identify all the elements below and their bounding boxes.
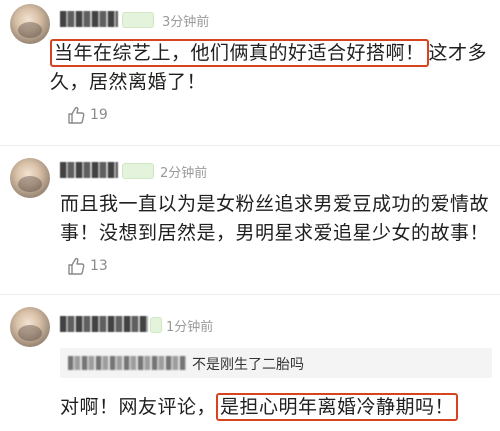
like-count: 19 — [90, 107, 108, 123]
quoted-reply[interactable]: 不是刚生了二胎吗 — [60, 348, 492, 378]
like-button[interactable]: 13 — [66, 256, 108, 276]
username-blurred[interactable] — [60, 316, 148, 332]
username-blurred[interactable] — [60, 11, 118, 27]
comment-timestamp: 3分钟前 — [162, 15, 210, 30]
thumbs-up-icon — [68, 257, 85, 275]
comment-text: 当年在综艺上，他们俩真的好适合好搭啊！ 这才多久，居然离婚了！ — [50, 39, 490, 97]
highlighted-text: 当年在综艺上，他们俩真的好适合好搭啊！ — [50, 39, 429, 67]
comment-item: 3分钟前 当年在综艺上，他们俩真的好适合好搭啊！ 这才多久，居然离婚了！ 19 — [0, 0, 500, 145]
avatar[interactable] — [10, 307, 50, 347]
quoted-text: 不是刚生了二胎吗 — [192, 357, 304, 373]
username-blurred[interactable] — [60, 162, 118, 178]
comment-text: 对啊！网友评论， 是担心明年离婚冷静期吗！ — [60, 393, 492, 422]
comment-item: 2分钟前 而且我一直以为是女粉丝追求男爱豆成功的爱情故事！没想到居然是，男明星求… — [0, 146, 500, 294]
thumbs-up-icon — [68, 106, 85, 124]
avatar[interactable] — [10, 4, 50, 44]
highlighted-text: 是担心明年离婚冷静期吗！ — [216, 393, 459, 421]
comment-feed: 3分钟前 当年在综艺上，他们俩真的好适合好搭啊！ 这才多久，居然离婚了！ 19 2… — [0, 0, 500, 431]
like-button[interactable]: 19 — [66, 105, 108, 125]
comment-text-start: 对啊！网友评论， — [60, 396, 217, 418]
user-level-badge — [150, 317, 162, 333]
user-level-badge — [122, 163, 154, 179]
user-level-badge — [122, 12, 154, 28]
comment-timestamp: 2分钟前 — [160, 166, 208, 181]
comment-text: 而且我一直以为是女粉丝追求男爱豆成功的爱情故事！没想到居然是，男明星求爱追星少女… — [60, 193, 490, 244]
avatar[interactable] — [10, 158, 50, 198]
like-count: 13 — [90, 258, 108, 274]
comment-timestamp: 1分钟前 — [166, 320, 214, 335]
comment-item: 1分钟前 不是刚生了二胎吗 对啊！网友评论， 是担心明年离婚冷静期吗！ — [0, 295, 500, 431]
quoted-username-blurred — [68, 356, 186, 370]
